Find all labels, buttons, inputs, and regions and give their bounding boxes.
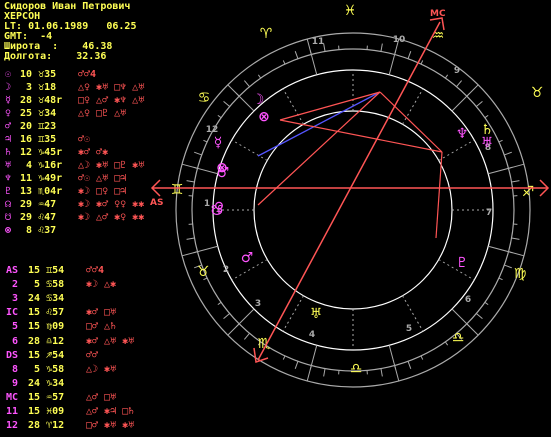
tick <box>511 237 520 240</box>
tick <box>504 151 512 156</box>
house-number: 1 <box>204 199 210 209</box>
planet-glyph: ♅ <box>310 306 323 322</box>
tick <box>380 43 383 52</box>
house-cusp <box>231 139 268 161</box>
tick <box>498 277 503 281</box>
wheel-ring-3 <box>253 110 453 310</box>
house-number: 11 <box>312 37 325 47</box>
tick <box>294 51 299 59</box>
sign-boundary <box>181 163 218 175</box>
tick <box>323 368 326 377</box>
planet-glyph: ♆ <box>456 126 469 142</box>
tick <box>407 361 412 369</box>
zodiac-sign: ♎ <box>452 330 465 346</box>
tick <box>217 301 222 306</box>
mc-label: MC <box>430 9 446 19</box>
tick <box>186 237 195 240</box>
house-number: 6 <box>465 295 471 305</box>
tick <box>223 313 230 320</box>
sign-boundary <box>306 345 318 382</box>
house-number: 4 <box>309 330 315 340</box>
zodiac-sign: ♈ <box>260 26 273 42</box>
sign-boundary <box>227 308 255 336</box>
tick <box>407 51 412 59</box>
tick <box>282 60 286 65</box>
house-number: 3 <box>255 299 261 309</box>
tick <box>243 80 250 87</box>
zodiac-sign: ♎ <box>350 361 363 377</box>
tick <box>243 333 250 340</box>
tick <box>476 313 483 320</box>
aspect-line <box>379 91 443 153</box>
zodiac-sign: ♊ <box>171 182 184 198</box>
tick <box>420 355 424 360</box>
zodiac-sign: ♐ <box>522 184 535 200</box>
zodiac-sign: ♋ <box>198 90 211 106</box>
aspect-lines <box>257 91 443 239</box>
tick <box>194 151 202 156</box>
house-cusp <box>438 139 475 161</box>
aspect-line <box>279 119 443 153</box>
sign-boundary <box>388 345 400 382</box>
tick <box>186 180 195 183</box>
tick <box>257 74 262 79</box>
house-number: 5 <box>406 324 412 334</box>
tick <box>203 139 208 143</box>
planet-glyph: ☽ <box>252 92 265 108</box>
natal-chart-wheel: ♉♐♍♎♎♏♉♊♋♈♓♒ 121234567891011 ☽⊗♂⊗☿♀♂♅♆♅♄… <box>150 3 550 388</box>
zodiac-sign: ♍ <box>514 266 527 282</box>
tick <box>444 74 449 79</box>
aspect-line <box>257 91 381 157</box>
tick <box>380 368 383 377</box>
tick <box>294 361 299 369</box>
planet-glyphs: ☽⊗♂⊗☿♀♂♅♆♅♄♇☋ <box>211 92 494 322</box>
zodiac-sign: ♒ <box>432 28 445 44</box>
tick <box>484 301 489 306</box>
tick <box>476 100 483 107</box>
zodiac-sign: ♓ <box>344 3 357 19</box>
tick <box>444 341 449 346</box>
tick <box>282 355 286 360</box>
tick <box>511 180 520 183</box>
tick <box>504 264 512 269</box>
aspect-line <box>435 151 443 239</box>
house-number: 9 <box>454 66 460 76</box>
planet-glyph: ♇ <box>456 255 469 271</box>
planet-glyph: ♂ <box>241 250 254 266</box>
tick <box>217 114 222 119</box>
tick <box>456 80 463 87</box>
tick <box>420 60 424 65</box>
zodiac-sign: ♉ <box>197 264 210 280</box>
zodiac-sign: ♉ <box>531 85 544 101</box>
house-cusp <box>282 295 304 332</box>
planet-glyph: ☿ <box>214 135 223 151</box>
tick <box>484 114 489 119</box>
tick <box>223 100 230 107</box>
planet-glyph: ♄ <box>481 122 494 138</box>
house-cusp <box>282 88 304 125</box>
planet-glyph: ⊗ <box>258 109 270 125</box>
astro-chart-window: { "header": { "name": "Сидоров Иван Петр… <box>0 0 551 437</box>
sign-boundary <box>488 245 525 257</box>
house-number: 2 <box>223 265 229 275</box>
sign-boundary <box>181 245 218 257</box>
house-cusp <box>402 88 424 125</box>
planet-glyph: ⊗ <box>216 160 228 176</box>
house-number: 12 <box>206 125 219 135</box>
sign-boundary <box>488 163 525 175</box>
tick <box>498 139 503 143</box>
planet-glyph: ☋ <box>211 203 223 219</box>
house-number: 10 <box>393 35 406 45</box>
house-number: 7 <box>486 208 492 218</box>
sign-boundary <box>227 84 255 112</box>
as-label: AS <box>150 198 163 208</box>
zodiac-sign-glyphs: ♉♐♍♎♎♏♉♊♋♈♓♒ <box>171 3 544 377</box>
sign-boundary <box>451 84 479 112</box>
